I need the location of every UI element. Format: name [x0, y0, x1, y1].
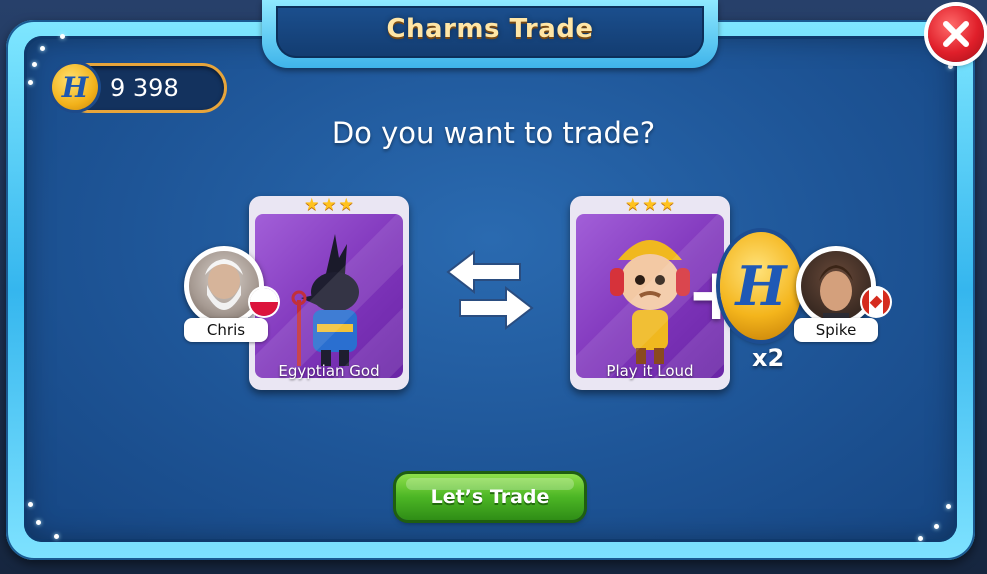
avatar-chris [184, 246, 264, 326]
card-name: Egyptian God [278, 362, 380, 380]
star-icon: ★ [642, 195, 658, 215]
coin-amount: 9 398 [110, 74, 179, 102]
card-stars: ★ ★ ★ [249, 195, 409, 215]
star-icon: ★ [659, 195, 675, 215]
canada-flag-icon [862, 288, 890, 316]
h-coin-icon: H [52, 64, 98, 110]
dialog-title: Charms Trade [386, 14, 594, 44]
lets-trade-button[interactable]: Let’s Trade [396, 474, 584, 520]
swap-arrows-icon [446, 250, 534, 330]
card-name: Play it Loud [606, 362, 694, 380]
card-stars: ★ ★ ★ [570, 195, 730, 215]
star-icon: ★ [321, 195, 337, 215]
player-portrait-icon [205, 259, 243, 310]
lets-trade-label: Let’s Trade [430, 486, 550, 508]
coin-multiplier: x2 [752, 344, 785, 372]
star-icon: ★ [625, 195, 641, 215]
player-name-right: Spike [794, 318, 878, 342]
card-art [255, 214, 403, 378]
star-icon: ★ [338, 195, 354, 215]
star-icon: ★ [304, 195, 320, 215]
trade-question: Do you want to trade? [331, 116, 656, 150]
poland-flag-icon [250, 288, 278, 316]
h-coin-icon: H [720, 232, 802, 340]
close-icon [943, 21, 969, 47]
close-button[interactable] [928, 6, 984, 62]
player-name-left: Chris [184, 318, 268, 342]
player-portrait-icon [819, 265, 853, 321]
